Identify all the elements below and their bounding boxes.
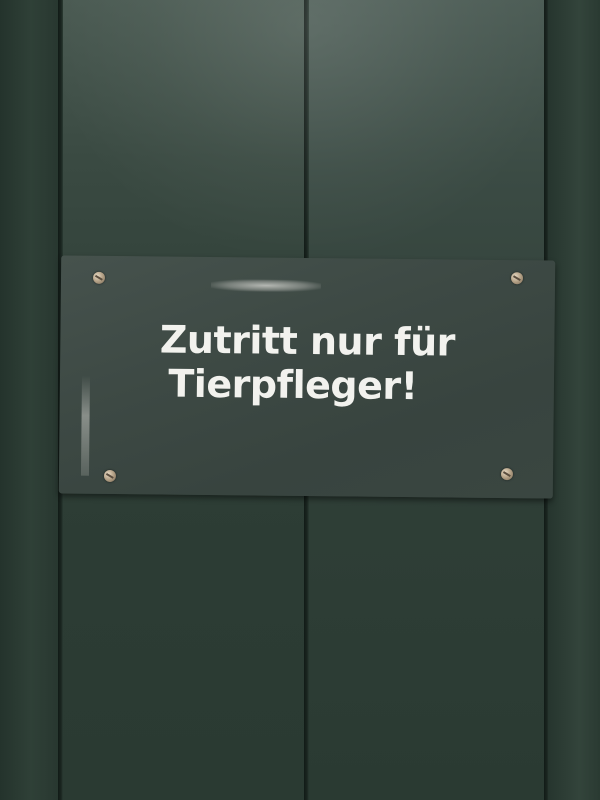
sign-text-line-1: Zutritt nur für: [159, 317, 456, 365]
door-plank: [548, 0, 600, 800]
warning-sign: Zutritt nur für Tierpfleger!: [58, 255, 556, 499]
photo-scene: Zutritt nur für Tierpfleger!: [0, 0, 600, 800]
sign-text-line-2: Tierpfleger!: [168, 361, 418, 409]
light-reflection: [62, 0, 548, 250]
screw-icon: [103, 469, 117, 483]
screw-icon: [500, 468, 514, 481]
screw-icon: [92, 271, 106, 284]
paint-wear: [210, 278, 322, 293]
screw-icon: [510, 272, 524, 285]
